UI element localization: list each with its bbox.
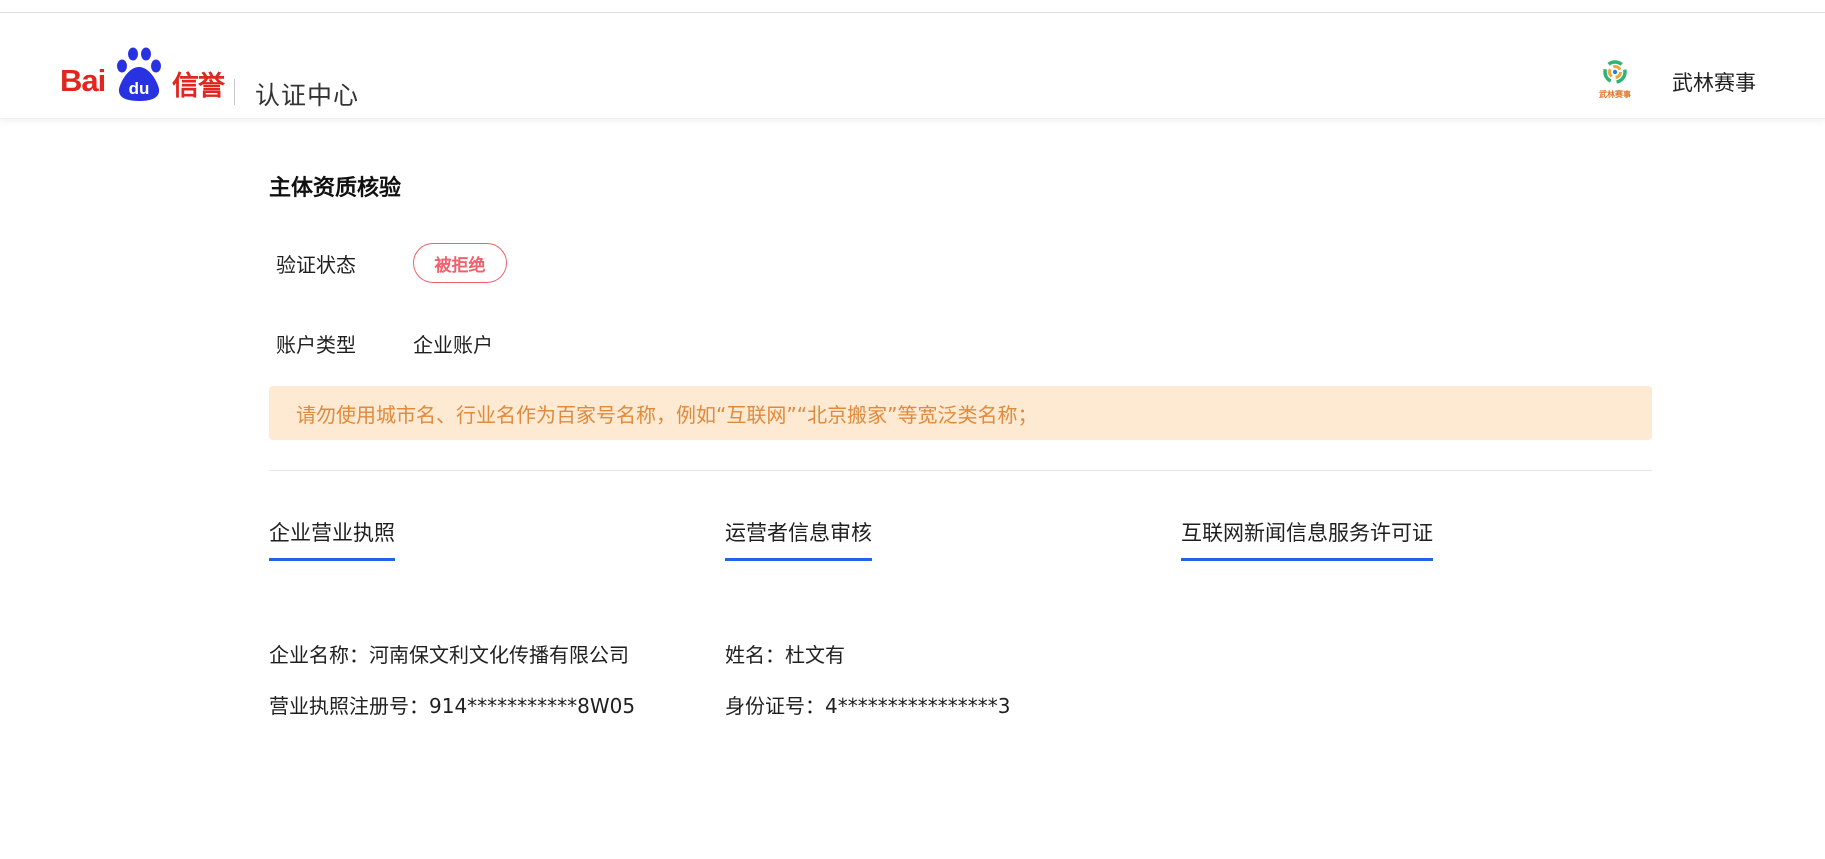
status-label: 验证状态 — [276, 253, 356, 277]
baidu-xinyu-logo[interactable]: Bai du 信誉 — [60, 45, 230, 102]
header-divider — [234, 79, 235, 105]
tab-business-license[interactable]: 企业营业执照 — [269, 517, 395, 561]
company-name: 企业名称：河南保文利文化传播有限公司 — [269, 643, 629, 667]
operator-id-number: 身份证号：4****************3 — [725, 694, 1011, 718]
status-badge: 被拒绝 — [413, 243, 507, 283]
operator-name: 姓名：杜文有 — [725, 643, 845, 667]
notice-banner: 请勿使用城市名、行业名作为百家号名称，例如“互联网”“北京搬家”等宽泛类名称； — [269, 386, 1652, 440]
avatar[interactable]: 武林赛事 — [1592, 55, 1638, 101]
tab-news-license[interactable]: 互联网新闻信息服务许可证 — [1181, 517, 1433, 561]
page-title: 认证中心 — [255, 81, 360, 110]
notice-text: 请勿使用城市名、行业名作为百家号名称，例如“互联网”“北京搬家”等宽泛类名称； — [296, 402, 1038, 427]
avatar-text: 武林赛事 — [1599, 89, 1631, 99]
section-title: 主体资质核验 — [269, 176, 402, 201]
tab-operator-info[interactable]: 运营者信息审核 — [725, 517, 872, 561]
logo-xinyu-text: 信誉 — [172, 71, 225, 102]
logo-bai-text: Bai — [60, 63, 106, 98]
account-type-value: 企业账户 — [413, 333, 493, 357]
browser-top-strip — [0, 0, 1825, 13]
account-type-label: 账户类型 — [276, 333, 356, 357]
header: Bai du 信誉 认证中心 武林赛事 武林赛事 — [0, 13, 1825, 119]
baidu-paw-icon: du — [117, 47, 161, 101]
logo-du-text: du — [129, 79, 150, 98]
divider — [269, 470, 1652, 471]
license-number: 营业执照注册号：914***********8W05 — [269, 694, 636, 718]
username[interactable]: 武林赛事 — [1672, 67, 1756, 97]
